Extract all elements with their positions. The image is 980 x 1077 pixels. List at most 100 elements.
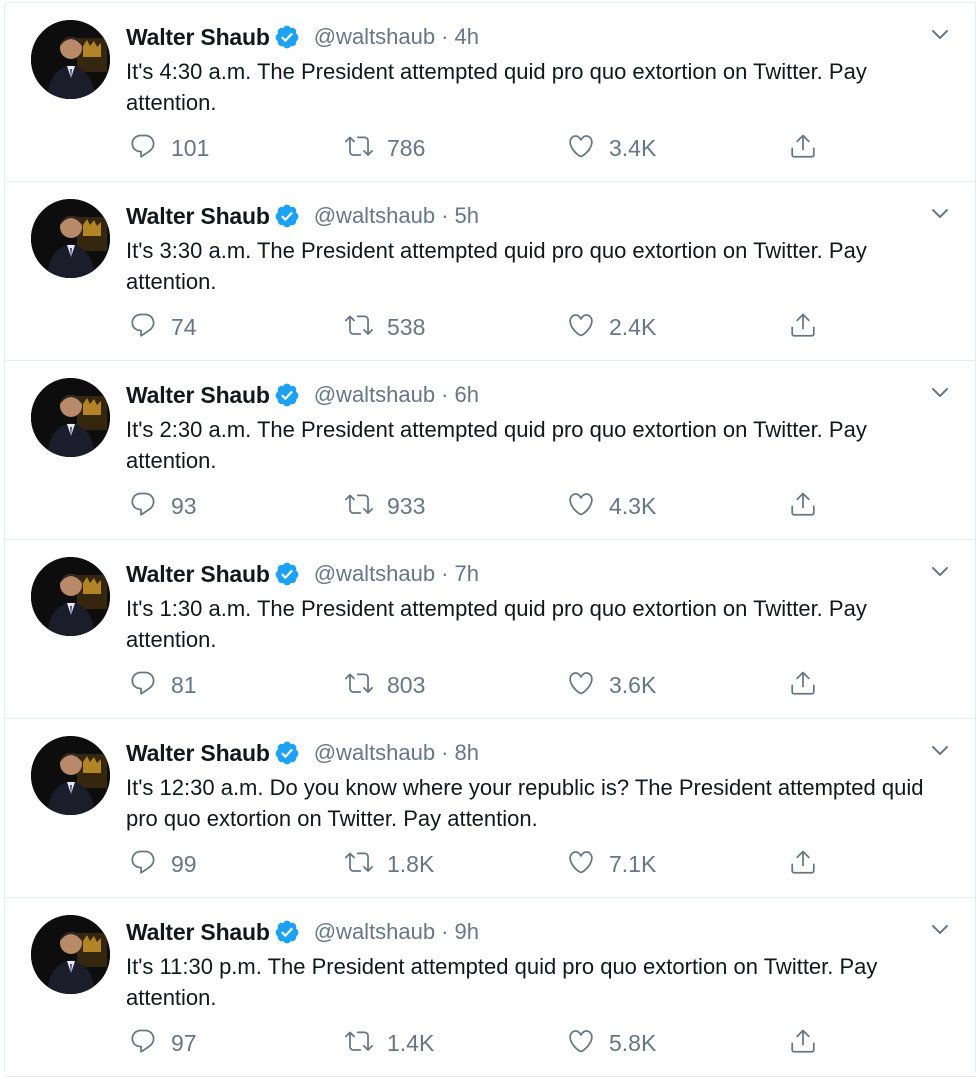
retweet-button[interactable]: 1.4K bbox=[345, 1026, 434, 1060]
chevron-down-icon[interactable] bbox=[929, 918, 951, 940]
reply-icon bbox=[129, 490, 157, 523]
verified-badge-icon bbox=[274, 919, 300, 945]
retweet-count: 803 bbox=[387, 671, 426, 698]
share-button[interactable] bbox=[789, 668, 817, 702]
display-name[interactable]: Walter Shaub bbox=[126, 561, 270, 588]
timestamp[interactable]: 8h bbox=[454, 740, 478, 766]
handle[interactable]: @waltshaub bbox=[314, 919, 435, 945]
timestamp[interactable]: 7h bbox=[454, 561, 478, 587]
like-button[interactable]: 4.3K bbox=[567, 489, 656, 523]
like-button[interactable]: 3.4K bbox=[567, 131, 656, 165]
timestamp[interactable]: 6h bbox=[454, 382, 478, 408]
tweet-text: It's 2:30 a.m. The President attempted q… bbox=[126, 417, 867, 473]
tweet[interactable]: Walter Shaub @waltshaub · 5h It's 3:30 a… bbox=[5, 182, 975, 361]
tweet[interactable]: Walter Shaub @waltshaub · 4h It's 4:30 a… bbox=[5, 3, 975, 182]
verified-badge-icon bbox=[274, 203, 300, 229]
reply-button[interactable]: 99 bbox=[129, 847, 197, 881]
chevron-down-icon[interactable] bbox=[929, 202, 951, 224]
tweet-header: Walter Shaub @waltshaub · 8h bbox=[126, 737, 479, 769]
like-button[interactable]: 3.6K bbox=[567, 668, 656, 702]
reply-count: 97 bbox=[171, 1029, 197, 1056]
retweet-icon bbox=[345, 1027, 373, 1060]
action-bar: 97 1.4K 5.8K bbox=[129, 1026, 829, 1060]
reply-count: 99 bbox=[171, 850, 197, 877]
share-icon bbox=[789, 490, 817, 523]
like-button[interactable]: 2.4K bbox=[567, 310, 656, 344]
share-button[interactable] bbox=[789, 310, 817, 344]
avatar[interactable] bbox=[31, 915, 110, 994]
retweet-button[interactable]: 803 bbox=[345, 668, 425, 702]
tweet[interactable]: Walter Shaub @waltshaub · 8h It's 12:30 … bbox=[5, 719, 975, 898]
avatar[interactable] bbox=[31, 378, 110, 457]
reply-button[interactable]: 81 bbox=[129, 668, 197, 702]
separator-dot: · bbox=[441, 382, 449, 407]
reply-button[interactable]: 101 bbox=[129, 131, 209, 165]
chevron-down-icon[interactable] bbox=[929, 739, 951, 761]
retweet-count: 933 bbox=[387, 492, 426, 519]
like-count: 4.3K bbox=[609, 492, 657, 519]
action-bar: 101 786 3.4K bbox=[129, 131, 829, 165]
display-name[interactable]: Walter Shaub bbox=[126, 919, 270, 946]
retweet-icon bbox=[345, 848, 373, 881]
display-name[interactable]: Walter Shaub bbox=[126, 382, 270, 409]
retweet-count: 1.4K bbox=[387, 1029, 435, 1056]
handle[interactable]: @waltshaub bbox=[314, 24, 435, 50]
share-icon bbox=[789, 848, 817, 881]
heart-icon bbox=[567, 848, 595, 881]
retweet-button[interactable]: 538 bbox=[345, 310, 425, 344]
action-bar: 99 1.8K 7.1K bbox=[129, 847, 829, 881]
avatar[interactable] bbox=[31, 20, 110, 99]
reply-icon bbox=[129, 132, 157, 165]
tweet[interactable]: Walter Shaub @waltshaub · 7h It's 1:30 a… bbox=[5, 540, 975, 719]
chevron-down-icon[interactable] bbox=[929, 381, 951, 403]
heart-icon bbox=[567, 1027, 595, 1060]
retweet-button[interactable]: 786 bbox=[345, 131, 425, 165]
separator-dot: · bbox=[441, 740, 449, 765]
retweet-icon bbox=[345, 669, 373, 702]
avatar[interactable] bbox=[31, 557, 110, 636]
avatar[interactable] bbox=[31, 199, 110, 278]
share-button[interactable] bbox=[789, 847, 817, 881]
handle[interactable]: @waltshaub bbox=[314, 203, 435, 229]
handle[interactable]: @waltshaub bbox=[314, 561, 435, 587]
handle[interactable]: @waltshaub bbox=[314, 740, 435, 766]
tweet[interactable]: Walter Shaub @waltshaub · 6h It's 2:30 a… bbox=[5, 361, 975, 540]
separator-dot: · bbox=[441, 24, 449, 49]
tweet-text: It's 3:30 a.m. The President attempted q… bbox=[126, 238, 867, 294]
display-name[interactable]: Walter Shaub bbox=[126, 24, 270, 51]
reply-button[interactable]: 93 bbox=[129, 489, 197, 523]
avatar[interactable] bbox=[31, 736, 110, 815]
share-button[interactable] bbox=[789, 1026, 817, 1060]
like-button[interactable]: 5.8K bbox=[567, 1026, 656, 1060]
timestamp[interactable]: 5h bbox=[454, 203, 478, 229]
retweet-count: 538 bbox=[387, 313, 426, 340]
reply-icon bbox=[129, 311, 157, 344]
retweet-button[interactable]: 1.8K bbox=[345, 847, 434, 881]
separator-dot: · bbox=[441, 561, 449, 586]
like-button[interactable]: 7.1K bbox=[567, 847, 656, 881]
chevron-down-icon[interactable] bbox=[929, 560, 951, 582]
like-count: 3.6K bbox=[609, 671, 657, 698]
reply-button[interactable]: 74 bbox=[129, 310, 197, 344]
share-button[interactable] bbox=[789, 489, 817, 523]
tweet-header: Walter Shaub @waltshaub · 4h bbox=[126, 21, 479, 53]
like-count: 3.4K bbox=[609, 134, 657, 161]
timestamp[interactable]: 9h bbox=[454, 919, 478, 945]
reply-count: 93 bbox=[171, 492, 197, 519]
handle[interactable]: @waltshaub bbox=[314, 382, 435, 408]
chevron-down-icon[interactable] bbox=[929, 23, 951, 45]
verified-badge-icon bbox=[274, 382, 300, 408]
timestamp[interactable]: 4h bbox=[454, 24, 478, 50]
retweet-button[interactable]: 933 bbox=[345, 489, 425, 523]
like-count: 7.1K bbox=[609, 850, 657, 877]
heart-icon bbox=[567, 311, 595, 344]
share-icon bbox=[789, 132, 817, 165]
tweet-header: Walter Shaub @waltshaub · 9h bbox=[126, 916, 479, 948]
display-name[interactable]: Walter Shaub bbox=[126, 203, 270, 230]
reply-count: 74 bbox=[171, 313, 197, 340]
display-name[interactable]: Walter Shaub bbox=[126, 740, 270, 767]
reply-button[interactable]: 97 bbox=[129, 1026, 197, 1060]
share-button[interactable] bbox=[789, 131, 817, 165]
verified-badge-icon bbox=[274, 561, 300, 587]
tweet[interactable]: Walter Shaub @waltshaub · 9h It's 11:30 … bbox=[5, 898, 975, 1077]
